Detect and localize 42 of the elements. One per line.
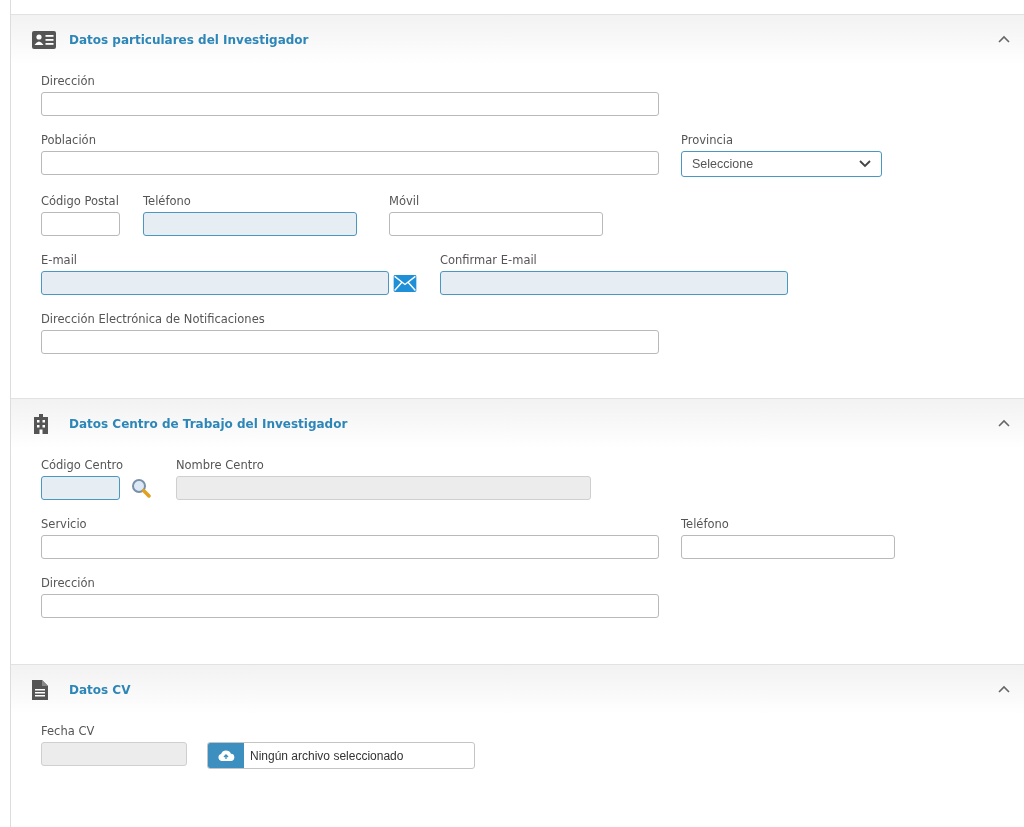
field-label: Servicio (41, 517, 87, 531)
field-label: Nombre Centro (175, 458, 264, 472)
input-field[interactable] (143, 212, 357, 236)
field-label: Teléfono (681, 517, 729, 531)
input-field[interactable] (41, 476, 120, 500)
section-title: Datos particulares del Investigador (69, 33, 309, 47)
input-field[interactable] (41, 271, 389, 295)
field-label: Teléfono (143, 194, 191, 208)
document-icon (32, 680, 48, 700)
envelope-icon[interactable] (393, 274, 417, 292)
collapse-toggle[interactable] (998, 685, 1010, 693)
input-field[interactable] (440, 271, 788, 295)
section-title: Datos Centro de Trabajo del Investigador (69, 417, 348, 431)
input-field[interactable] (41, 151, 659, 175)
field-label: Código Postal (41, 194, 119, 208)
field-label: Provincia (681, 133, 734, 147)
section-title: Datos CV (69, 683, 131, 697)
collapse-toggle[interactable] (998, 419, 1010, 427)
input-field[interactable] (41, 212, 120, 236)
input-field[interactable] (389, 212, 603, 236)
field-label: Fecha CV (41, 724, 95, 738)
province-dropdown[interactable]: Seleccione (681, 151, 882, 177)
input-field[interactable] (41, 594, 659, 618)
field-label: Dirección (41, 74, 95, 88)
input-field[interactable] (681, 535, 895, 559)
field-label: Móvil (389, 194, 420, 208)
id-card-icon (32, 31, 56, 49)
collapse-toggle[interactable] (998, 35, 1010, 43)
chevron-down-icon (859, 160, 871, 168)
search-icon[interactable] (130, 478, 151, 498)
input-field[interactable] (41, 535, 659, 559)
field-label: Dirección (41, 576, 95, 590)
field-label: Código Centro (41, 458, 123, 472)
field-label: Dirección Electrónica de Notificaciones (41, 312, 265, 326)
input-field[interactable] (41, 330, 659, 354)
cloud-upload-icon (217, 749, 235, 762)
file-picker[interactable]: Ningún archivo seleccionado (207, 742, 475, 769)
building-icon (32, 414, 50, 434)
field-label: Población (41, 133, 96, 147)
input-field[interactable] (41, 92, 659, 116)
field-label: E-mail (41, 253, 78, 267)
field-label: Confirmar E-mail (440, 253, 537, 267)
